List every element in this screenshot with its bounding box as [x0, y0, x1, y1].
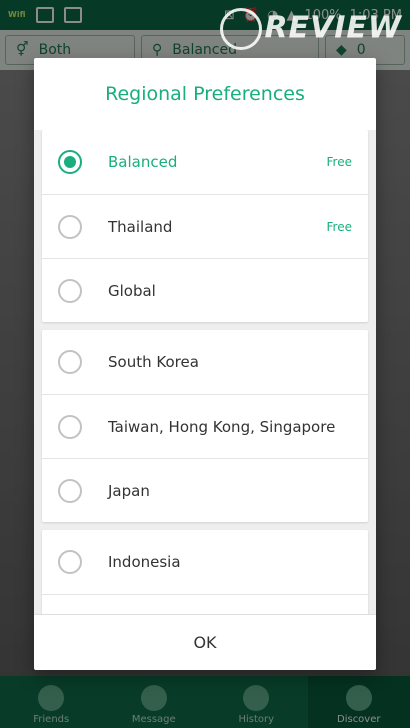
radio-unchecked-icon[interactable]: [58, 478, 82, 503]
region-option-global[interactable]: Global: [42, 258, 368, 322]
radio-checked-icon[interactable]: [58, 150, 82, 174]
ok-button[interactable]: OK: [173, 625, 236, 660]
region-option-taiwan-hk-sg[interactable]: Taiwan, Hong Kong, Singapore: [42, 394, 368, 458]
region-option-partial[interactable]: [42, 594, 368, 614]
region-group-2: South Korea Taiwan, Hong Kong, Singapore…: [42, 330, 368, 522]
watermark-logo-icon: [220, 8, 263, 50]
free-badge: Free: [326, 155, 352, 169]
review-watermark: REVIEW: [220, 8, 402, 50]
region-option-indonesia[interactable]: Indonesia: [42, 530, 368, 594]
regional-preferences-dialog: Regional Preferences Balanced Free Thail…: [34, 58, 376, 670]
region-option-balanced[interactable]: Balanced Free: [42, 130, 368, 194]
region-option-label: Balanced: [108, 153, 178, 171]
region-option-label: Japan: [108, 481, 150, 500]
dialog-footer: OK: [34, 614, 376, 670]
radio-unchecked-icon[interactable]: [58, 278, 82, 303]
radio-unchecked-icon[interactable]: [58, 214, 82, 239]
region-options-list[interactable]: Balanced Free Thailand Free Global South…: [34, 130, 376, 614]
radio-unchecked-icon[interactable]: [58, 550, 82, 574]
region-option-label: South Korea: [108, 353, 199, 371]
region-option-label: Indonesia: [108, 553, 181, 571]
dialog-title: Regional Preferences: [105, 83, 305, 105]
radio-unchecked-icon[interactable]: [58, 350, 82, 374]
region-option-label: Global: [108, 281, 156, 300]
region-option-thailand[interactable]: Thailand Free: [42, 194, 368, 258]
region-option-label: Thailand: [108, 217, 173, 236]
region-group-1: Balanced Free Thailand Free Global: [42, 130, 368, 322]
watermark-text: REVIEW: [264, 10, 402, 46]
radio-unchecked-icon[interactable]: [58, 414, 82, 439]
region-option-south-korea[interactable]: South Korea: [42, 330, 368, 394]
region-option-japan[interactable]: Japan: [42, 458, 368, 522]
region-option-label: Taiwan, Hong Kong, Singapore: [108, 417, 336, 436]
free-badge: Free: [326, 219, 352, 234]
region-group-3: Indonesia: [42, 530, 368, 614]
